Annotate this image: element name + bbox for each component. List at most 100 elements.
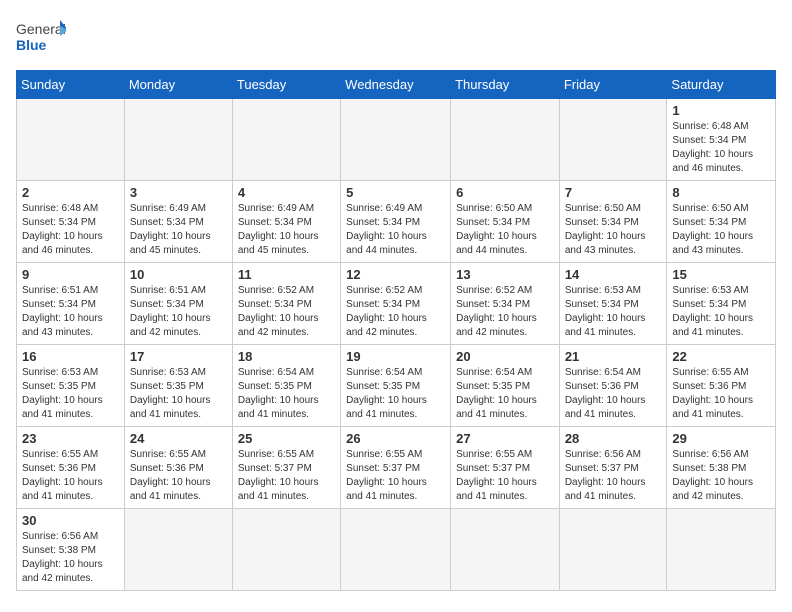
- calendar-cell: 19 Sunrise: 6:54 AM Sunset: 5:35 PM Dayli…: [341, 345, 451, 427]
- day-info: Sunrise: 6:55 AM Sunset: 5:36 PM Dayligh…: [672, 366, 770, 422]
- day-info: Sunrise: 6:54 AM Sunset: 5:36 PM Dayligh…: [565, 366, 662, 422]
- day-number: 9: [22, 267, 119, 282]
- calendar-cell: 7 Sunrise: 6:50 AM Sunset: 5:34 PM Daylig…: [559, 181, 667, 263]
- day-number: 23: [22, 431, 119, 446]
- weekday-header-friday: Friday: [559, 71, 667, 99]
- calendar-cell: 4 Sunrise: 6:49 AM Sunset: 5:34 PM Daylig…: [232, 181, 340, 263]
- day-info: Sunrise: 6:48 AM Sunset: 5:34 PM Dayligh…: [672, 120, 770, 176]
- calendar-cell: 21 Sunrise: 6:54 AM Sunset: 5:36 PM Dayli…: [559, 345, 667, 427]
- day-info: Sunrise: 6:53 AM Sunset: 5:34 PM Dayligh…: [565, 284, 662, 340]
- day-info: Sunrise: 6:49 AM Sunset: 5:34 PM Dayligh…: [346, 202, 445, 258]
- day-info: Sunrise: 6:56 AM Sunset: 5:38 PM Dayligh…: [22, 530, 119, 586]
- day-number: 5: [346, 185, 445, 200]
- calendar-week-row: 23 Sunrise: 6:55 AM Sunset: 5:36 PM Dayli…: [17, 427, 776, 509]
- calendar-cell: 18Sunrise: 6:54 AM Sunset: 5:35 PM Dayli…: [232, 345, 340, 427]
- calendar-cell: 11 Sunrise: 6:52 AM Sunset: 5:34 PM Dayli…: [232, 263, 340, 345]
- calendar-cell: 20Sunrise: 6:54 AM Sunset: 5:35 PM Dayli…: [451, 345, 560, 427]
- calendar-cell: [451, 99, 560, 181]
- day-info: Sunrise: 6:49 AM Sunset: 5:34 PM Dayligh…: [130, 202, 227, 258]
- day-info: Sunrise: 6:52 AM Sunset: 5:34 PM Dayligh…: [238, 284, 335, 340]
- calendar-cell: [232, 99, 340, 181]
- day-number: 25: [238, 431, 335, 446]
- day-info: Sunrise: 6:55 AM Sunset: 5:36 PM Dayligh…: [130, 448, 227, 504]
- day-number: 29: [672, 431, 770, 446]
- calendar-cell: 27Sunrise: 6:55 AM Sunset: 5:37 PM Dayli…: [451, 427, 560, 509]
- weekday-header-row: SundayMondayTuesdayWednesdayThursdayFrid…: [17, 71, 776, 99]
- calendar-cell: 12 Sunrise: 6:52 AM Sunset: 5:34 PM Dayli…: [341, 263, 451, 345]
- calendar-cell: 5 Sunrise: 6:49 AM Sunset: 5:34 PM Daylig…: [341, 181, 451, 263]
- day-number: 6: [456, 185, 554, 200]
- day-number: 15: [672, 267, 770, 282]
- day-info: Sunrise: 6:53 AM Sunset: 5:35 PM Dayligh…: [22, 366, 119, 422]
- day-number: 8: [672, 185, 770, 200]
- day-number: 7: [565, 185, 662, 200]
- calendar-cell: 25Sunrise: 6:55 AM Sunset: 5:37 PM Dayli…: [232, 427, 340, 509]
- calendar-cell: 28 Sunrise: 6:56 AM Sunset: 5:37 PM Dayli…: [559, 427, 667, 509]
- day-number: 14: [565, 267, 662, 282]
- logo: General Blue: [16, 16, 66, 58]
- day-number: 12: [346, 267, 445, 282]
- day-number: 21: [565, 349, 662, 364]
- day-number: 19: [346, 349, 445, 364]
- calendar-cell: [559, 99, 667, 181]
- day-number: 17: [130, 349, 227, 364]
- calendar-cell: 30 Sunrise: 6:56 AM Sunset: 5:38 PM Dayli…: [17, 509, 125, 591]
- day-number: 28: [565, 431, 662, 446]
- calendar-cell: 26Sunrise: 6:55 AM Sunset: 5:37 PM Dayli…: [341, 427, 451, 509]
- day-info: Sunrise: 6:55 AM Sunset: 5:36 PM Dayligh…: [22, 448, 119, 504]
- calendar-cell: [341, 509, 451, 591]
- weekday-header-saturday: Saturday: [667, 71, 776, 99]
- calendar-cell: 13Sunrise: 6:52 AM Sunset: 5:34 PM Dayli…: [451, 263, 560, 345]
- calendar-cell: 6Sunrise: 6:50 AM Sunset: 5:34 PM Daylig…: [451, 181, 560, 263]
- day-number: 11: [238, 267, 335, 282]
- weekday-header-thursday: Thursday: [451, 71, 560, 99]
- day-info: Sunrise: 6:52 AM Sunset: 5:34 PM Dayligh…: [346, 284, 445, 340]
- calendar-cell: 15 Sunrise: 6:53 AM Sunset: 5:34 PM Dayli…: [667, 263, 776, 345]
- calendar-cell: 16 Sunrise: 6:53 AM Sunset: 5:35 PM Dayli…: [17, 345, 125, 427]
- day-info: Sunrise: 6:56 AM Sunset: 5:37 PM Dayligh…: [565, 448, 662, 504]
- svg-text:General: General: [16, 21, 66, 37]
- weekday-header-monday: Monday: [124, 71, 232, 99]
- day-info: Sunrise: 6:54 AM Sunset: 5:35 PM Dayligh…: [346, 366, 445, 422]
- calendar-cell: 24Sunrise: 6:55 AM Sunset: 5:36 PM Dayli…: [124, 427, 232, 509]
- day-number: 2: [22, 185, 119, 200]
- svg-text:Blue: Blue: [16, 37, 47, 53]
- calendar-cell: 10Sunrise: 6:51 AM Sunset: 5:34 PM Dayli…: [124, 263, 232, 345]
- calendar-cell: [559, 509, 667, 591]
- calendar-cell: 1Sunrise: 6:48 AM Sunset: 5:34 PM Daylig…: [667, 99, 776, 181]
- weekday-header-sunday: Sunday: [17, 71, 125, 99]
- day-info: Sunrise: 6:50 AM Sunset: 5:34 PM Dayligh…: [565, 202, 662, 258]
- day-info: Sunrise: 6:48 AM Sunset: 5:34 PM Dayligh…: [22, 202, 119, 258]
- weekday-header-wednesday: Wednesday: [341, 71, 451, 99]
- day-info: Sunrise: 6:53 AM Sunset: 5:34 PM Dayligh…: [672, 284, 770, 340]
- calendar-cell: [341, 99, 451, 181]
- day-number: 22: [672, 349, 770, 364]
- calendar-cell: [667, 509, 776, 591]
- day-number: 30: [22, 513, 119, 528]
- day-info: Sunrise: 6:51 AM Sunset: 5:34 PM Dayligh…: [130, 284, 227, 340]
- day-number: 16: [22, 349, 119, 364]
- calendar-week-row: 30 Sunrise: 6:56 AM Sunset: 5:38 PM Dayli…: [17, 509, 776, 591]
- calendar-cell: [232, 509, 340, 591]
- day-number: 26: [346, 431, 445, 446]
- calendar-week-row: 1Sunrise: 6:48 AM Sunset: 5:34 PM Daylig…: [17, 99, 776, 181]
- day-number: 4: [238, 185, 335, 200]
- calendar-cell: 2 Sunrise: 6:48 AM Sunset: 5:34 PM Daylig…: [17, 181, 125, 263]
- day-info: Sunrise: 6:49 AM Sunset: 5:34 PM Dayligh…: [238, 202, 335, 258]
- day-number: 18: [238, 349, 335, 364]
- calendar-cell: 9Sunrise: 6:51 AM Sunset: 5:34 PM Daylig…: [17, 263, 125, 345]
- day-info: Sunrise: 6:53 AM Sunset: 5:35 PM Dayligh…: [130, 366, 227, 422]
- day-info: Sunrise: 6:56 AM Sunset: 5:38 PM Dayligh…: [672, 448, 770, 504]
- calendar-table: SundayMondayTuesdayWednesdayThursdayFrid…: [16, 70, 776, 591]
- day-number: 3: [130, 185, 227, 200]
- calendar-cell: [17, 99, 125, 181]
- header: General Blue: [16, 16, 776, 58]
- calendar-cell: [124, 99, 232, 181]
- calendar-week-row: 16 Sunrise: 6:53 AM Sunset: 5:35 PM Dayli…: [17, 345, 776, 427]
- calendar-cell: 22 Sunrise: 6:55 AM Sunset: 5:36 PM Dayli…: [667, 345, 776, 427]
- calendar-week-row: 2 Sunrise: 6:48 AM Sunset: 5:34 PM Daylig…: [17, 181, 776, 263]
- calendar-cell: 29 Sunrise: 6:56 AM Sunset: 5:38 PM Dayli…: [667, 427, 776, 509]
- day-info: Sunrise: 6:50 AM Sunset: 5:34 PM Dayligh…: [672, 202, 770, 258]
- calendar-cell: 23 Sunrise: 6:55 AM Sunset: 5:36 PM Dayli…: [17, 427, 125, 509]
- calendar-cell: 3 Sunrise: 6:49 AM Sunset: 5:34 PM Daylig…: [124, 181, 232, 263]
